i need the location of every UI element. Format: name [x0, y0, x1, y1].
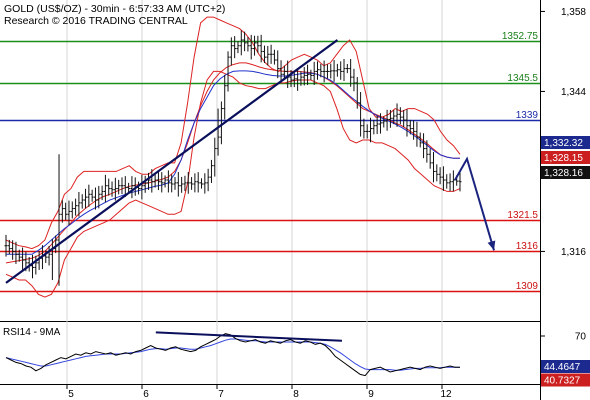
- chart-title: GOLD (US$/OZ) - 30min - 6:57:33 AM (UTC+…: [4, 3, 225, 15]
- x-tick-label: 9: [368, 389, 374, 400]
- level-label: 1316: [516, 241, 539, 252]
- rsi-title: RSI14 - 9MA: [3, 327, 61, 338]
- price-tags: 1,332.32 1,328.15 1,328.16 44.4647 40.7327: [541, 136, 590, 387]
- price-tag-label: 1,328.15: [544, 153, 583, 164]
- chart-svg: 1352.75 1345.5 1339 1321.5 1316 1309 1,358 1,3…: [0, 0, 590, 400]
- rsi-tag-label: 40.7327: [544, 376, 581, 387]
- level-label: 1339: [516, 110, 539, 121]
- x-tick-label: 8: [293, 389, 299, 400]
- rsi-tag-label: 44.4647: [544, 362, 581, 373]
- x-tick-label: 12: [440, 389, 452, 400]
- y-tick-label: 1,344: [561, 87, 586, 98]
- price-tag-label: 1,332.32: [544, 138, 583, 149]
- x-tick-label: 6: [143, 389, 149, 400]
- time-axis: 5 6 7 8 9 12: [66, 384, 452, 400]
- level-label: 1309: [516, 281, 539, 292]
- price-pane: [0, 0, 540, 320]
- chart-subtitle: Research © 2016 TRADING CENTRAL: [4, 15, 188, 27]
- level-label: 1352.75: [502, 31, 539, 42]
- y-tick-label: 1,358: [561, 7, 586, 18]
- rsi-y-tick-label: 70: [575, 332, 587, 343]
- level-label: 1321.5: [507, 210, 538, 221]
- price-tag-label: 1,328.16: [544, 168, 583, 179]
- x-tick-label: 7: [218, 389, 224, 400]
- level-label: 1345.5: [507, 73, 538, 84]
- chart-root: 1352.75 1345.5 1339 1321.5 1316 1309 1,358 1,3…: [0, 0, 590, 400]
- rsi-pane: [0, 324, 540, 384]
- y-tick-label: 1,316: [561, 247, 586, 258]
- x-tick-label: 5: [68, 389, 74, 400]
